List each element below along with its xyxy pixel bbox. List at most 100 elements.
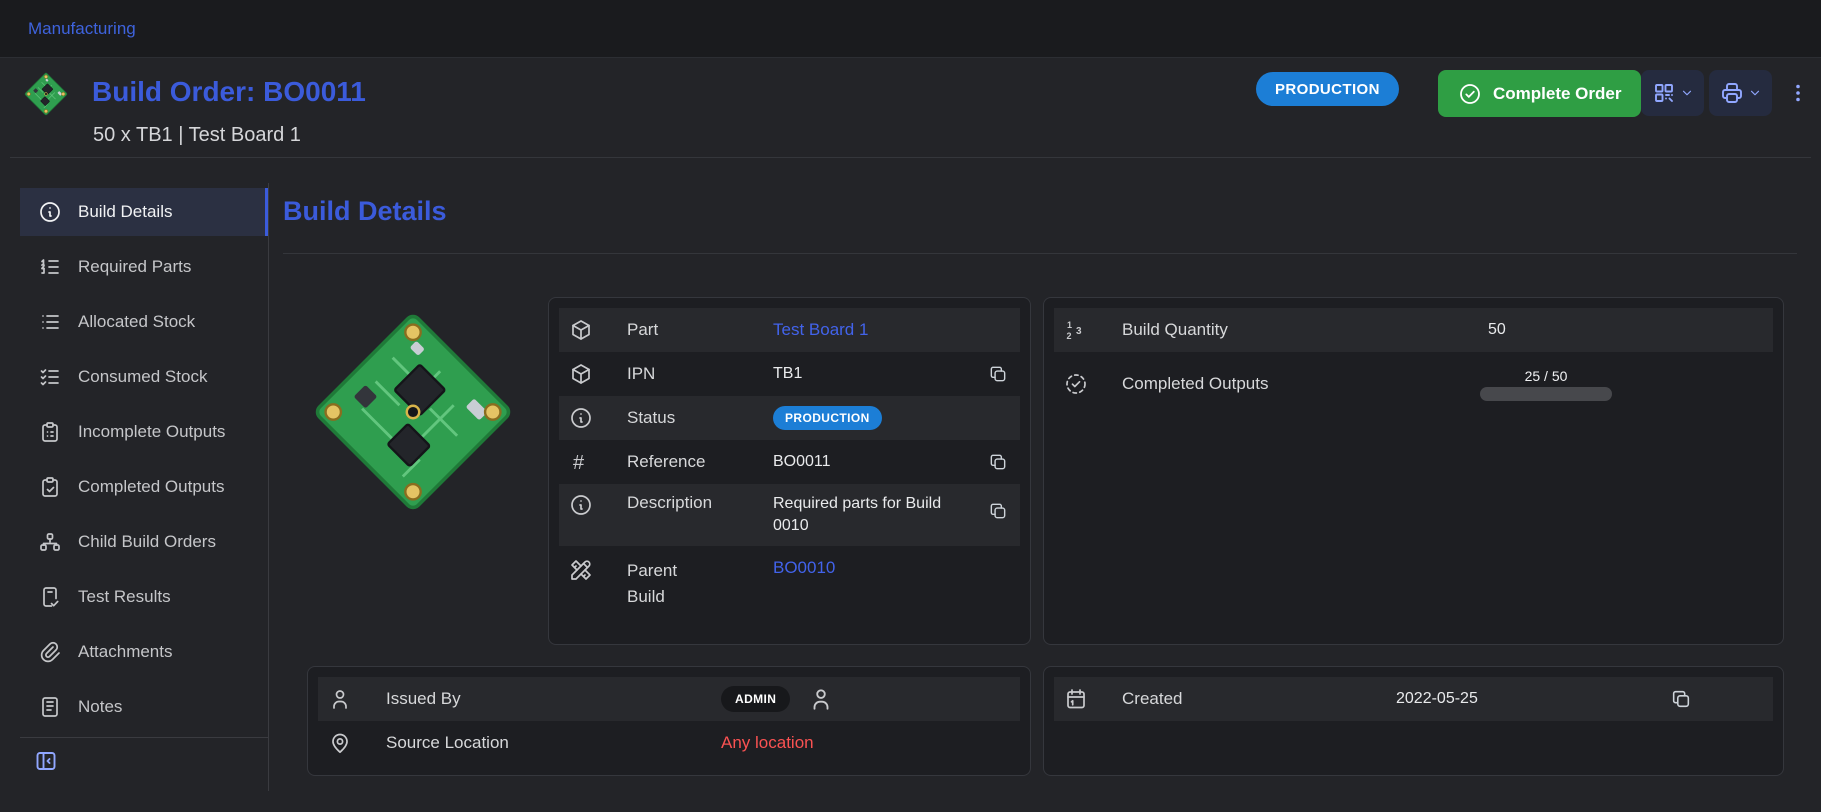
detail-row-part: Part Test Board 1 bbox=[559, 308, 1020, 352]
complete-order-button[interactable]: Complete Order bbox=[1438, 70, 1641, 117]
completed-outputs-progress: 25 / 50 bbox=[1480, 362, 1612, 407]
sidebar-item-incomplete-outputs[interactable]: Incomplete Outputs bbox=[20, 408, 268, 456]
list-numbers-icon bbox=[38, 255, 62, 279]
copy-button[interactable] bbox=[976, 444, 1020, 480]
detail-row-reference: Reference BO0011 bbox=[559, 440, 1020, 484]
detail-row-ipn: IPN TB1 bbox=[559, 352, 1020, 396]
sidebar-collapse-button[interactable] bbox=[34, 742, 74, 780]
detail-row-issued-by: Issued By ADMIN bbox=[318, 677, 1020, 721]
sidebar-item-build-details[interactable]: Build Details bbox=[20, 188, 268, 236]
box-icon bbox=[569, 362, 615, 386]
print-actions-button[interactable] bbox=[1709, 70, 1772, 116]
complete-order-label: Complete Order bbox=[1493, 84, 1621, 104]
detail-label: Completed Outputs bbox=[1110, 374, 1480, 394]
detail-label: Parent Build bbox=[627, 558, 683, 611]
hash-icon bbox=[569, 450, 615, 474]
issue-details-card: Issued By ADMIN Source Location Any loca… bbox=[307, 666, 1031, 776]
part-link[interactable]: Test Board 1 bbox=[773, 320, 868, 339]
info-circle-icon bbox=[569, 493, 615, 517]
sidebar-divider bbox=[268, 183, 269, 791]
panel-title: Build Details bbox=[283, 196, 447, 227]
copy-button[interactable] bbox=[1653, 681, 1709, 717]
clipboard-list-icon bbox=[38, 420, 62, 444]
part-image[interactable] bbox=[293, 292, 533, 532]
detail-label: Status bbox=[615, 408, 765, 428]
detail-value: TB1 bbox=[765, 365, 976, 383]
pcb-photo bbox=[293, 292, 533, 532]
sidebar-item-label: Attachments bbox=[78, 642, 173, 662]
part-details-card: Part Test Board 1 IPN TB1 Status PRODUCT… bbox=[548, 297, 1031, 645]
detail-label: Issued By bbox=[374, 689, 713, 709]
dots-vertical-icon bbox=[1786, 81, 1810, 105]
box-icon bbox=[569, 318, 615, 342]
sidebar-item-label: Allocated Stock bbox=[78, 312, 195, 332]
admin-badge: ADMIN bbox=[721, 686, 790, 712]
sidebar-item-label: Notes bbox=[78, 697, 122, 717]
printer-icon bbox=[1720, 81, 1744, 105]
sidebar-item-completed-outputs[interactable]: Completed Outputs bbox=[20, 463, 268, 511]
user-icon bbox=[328, 687, 374, 711]
detail-label: Part bbox=[615, 320, 765, 340]
page-subtitle: 50 x TB1 | Test Board 1 bbox=[93, 124, 301, 147]
detail-row-build-quantity: Build Quantity 50 bbox=[1054, 308, 1773, 352]
sidebar-item-allocated-stock[interactable]: Allocated Stock bbox=[20, 298, 268, 346]
detail-value: 2022-05-25 bbox=[1388, 690, 1653, 708]
part-thumbnail[interactable] bbox=[20, 68, 72, 120]
progress-track bbox=[1480, 387, 1612, 401]
file-check-icon bbox=[38, 585, 62, 609]
list-icon bbox=[38, 310, 62, 334]
sidebar-item-attachments[interactable]: Attachments bbox=[20, 628, 268, 676]
source-location-value: Any location bbox=[713, 733, 1020, 753]
sitemap-icon bbox=[38, 530, 62, 554]
parent-build-link[interactable]: BO0010 bbox=[773, 558, 835, 577]
sidebar-item-notes[interactable]: Notes bbox=[20, 683, 268, 731]
sidebar-item-label: Consumed Stock bbox=[78, 367, 207, 387]
progress-check-icon bbox=[1064, 372, 1110, 396]
clipboard-check-icon bbox=[38, 475, 62, 499]
sidebar-item-child-build-orders[interactable]: Child Build Orders bbox=[20, 518, 268, 566]
paperclip-icon bbox=[38, 640, 62, 664]
barcode-actions-button[interactable] bbox=[1641, 70, 1704, 116]
map-pin-icon bbox=[328, 731, 374, 755]
chevron-down-icon bbox=[1680, 86, 1694, 100]
detail-row-parent-build: Parent Build BO0010 bbox=[559, 546, 1020, 632]
detail-value: Required parts for Build 0010 bbox=[765, 493, 943, 538]
copy-button[interactable] bbox=[976, 493, 1020, 529]
copy-icon bbox=[988, 364, 1008, 384]
detail-label: Reference bbox=[615, 452, 765, 472]
detail-label: IPN bbox=[615, 364, 765, 384]
detail-label: Source Location bbox=[374, 733, 713, 753]
detail-row-created: Created 2022-05-25 bbox=[1054, 677, 1773, 721]
sidebar-item-label: Test Results bbox=[78, 587, 171, 607]
sidebar-item-test-results[interactable]: Test Results bbox=[20, 573, 268, 621]
sidebar-collapse-icon bbox=[34, 749, 58, 773]
info-circle-icon bbox=[38, 200, 62, 224]
panel-divider bbox=[283, 253, 1797, 254]
check-circle-icon bbox=[1458, 82, 1482, 106]
detail-row-status: Status PRODUCTION bbox=[559, 396, 1020, 440]
notes-icon bbox=[38, 695, 62, 719]
created-details-card: Created 2022-05-25 bbox=[1043, 666, 1784, 776]
status-badge-small: PRODUCTION bbox=[773, 406, 882, 430]
copy-button[interactable] bbox=[976, 356, 1020, 392]
breadcrumb-link-manufacturing[interactable]: Manufacturing bbox=[28, 19, 136, 39]
detail-value: BO0011 bbox=[765, 453, 976, 471]
detail-value: 50 bbox=[1480, 321, 1653, 339]
header-divider bbox=[10, 157, 1811, 158]
sidebar-item-label: Required Parts bbox=[78, 257, 191, 277]
more-actions-button[interactable] bbox=[1781, 70, 1815, 116]
list-check-icon bbox=[38, 365, 62, 389]
user-avatar-icon bbox=[808, 686, 834, 712]
detail-row-completed-outputs: Completed Outputs 25 / 50 bbox=[1054, 352, 1773, 416]
page-title: Build Order: BO0011 bbox=[92, 76, 366, 108]
build-quantity-card: Build Quantity 50 Completed Outputs 25 /… bbox=[1043, 297, 1784, 645]
detail-label: Created bbox=[1110, 689, 1388, 709]
status-badge: PRODUCTION bbox=[1256, 72, 1399, 106]
calendar-icon bbox=[1064, 687, 1110, 711]
breadcrumb: Manufacturing bbox=[0, 0, 1821, 58]
detail-row-source-location: Source Location Any location bbox=[318, 721, 1020, 765]
sidebar-item-required-parts[interactable]: Required Parts bbox=[20, 243, 268, 291]
sidebar-item-consumed-stock[interactable]: Consumed Stock bbox=[20, 353, 268, 401]
numbers-123-icon bbox=[1064, 318, 1110, 342]
detail-row-description: Description Required parts for Build 001… bbox=[559, 484, 1020, 546]
